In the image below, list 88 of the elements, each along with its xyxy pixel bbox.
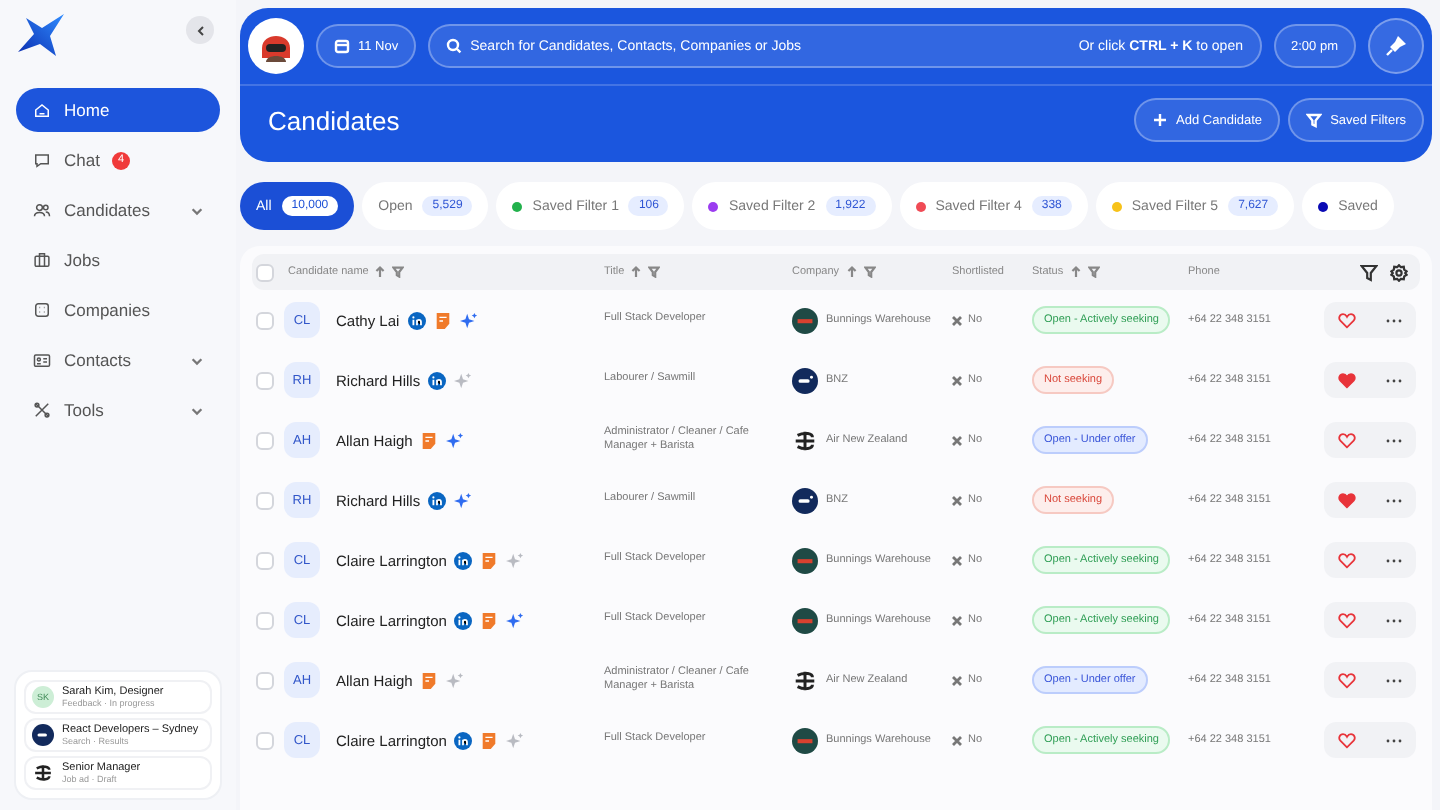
more-icon[interactable] (1385, 497, 1402, 503)
cross-icon (952, 675, 962, 685)
company-logo-icon (792, 427, 818, 453)
briefcase-icon (32, 250, 52, 270)
cv-document-icon[interactable] (420, 671, 439, 689)
filter-icon (1306, 112, 1323, 128)
sort-icon[interactable] (374, 266, 387, 278)
settings-icon[interactable] (1390, 263, 1408, 281)
cv-document-icon[interactable] (420, 431, 439, 449)
more-icon[interactable] (1385, 377, 1402, 383)
chat-icon (32, 150, 52, 170)
linkedin-icon[interactable] (454, 551, 473, 569)
sort-icon[interactable] (1069, 266, 1082, 278)
heart-icon[interactable] (1338, 611, 1357, 629)
tools-icon (32, 400, 52, 420)
heart-icon[interactable] (1338, 371, 1357, 389)
row-checkbox[interactable] (256, 431, 274, 449)
more-icon[interactable] (1385, 317, 1402, 323)
heart-icon[interactable] (1338, 551, 1357, 569)
page-title: Candidates (268, 105, 400, 135)
select-all-checkbox[interactable] (256, 263, 274, 281)
company-logo-icon (792, 607, 818, 633)
chevron-left-icon (195, 25, 205, 35)
nav-item[interactable]: Candidates (16, 188, 220, 232)
more-icon[interactable] (1385, 437, 1402, 443)
sort-icon[interactable] (630, 266, 643, 278)
row-checkbox[interactable] (256, 611, 274, 629)
avatar-icon[interactable] (248, 18, 304, 74)
row-checkbox[interactable] (256, 551, 274, 569)
cross-icon (952, 495, 962, 505)
sparkle-icon[interactable] (459, 311, 478, 329)
company-logo-icon (792, 367, 818, 393)
company-logo-icon (32, 762, 54, 784)
linkedin-icon[interactable] (454, 611, 473, 629)
more-icon[interactable] (1385, 737, 1402, 743)
sparkle-icon[interactable] (446, 431, 465, 449)
linkedin-icon[interactable] (428, 491, 447, 509)
cross-icon (952, 615, 962, 625)
row-checkbox[interactable] (256, 731, 274, 749)
more-icon[interactable] (1385, 617, 1402, 623)
nav-item[interactable]: Jobs (16, 238, 220, 282)
nav-item[interactable]: Home (16, 88, 220, 132)
cross-icon (952, 315, 962, 325)
nav-item[interactable]: Contacts (16, 338, 220, 382)
linkedin-icon[interactable] (454, 731, 473, 749)
cross-icon (952, 555, 962, 565)
company-logo-icon (792, 727, 818, 753)
sparkle-icon[interactable] (454, 491, 473, 509)
row-checkbox[interactable] (256, 311, 274, 329)
heart-icon[interactable] (1338, 491, 1357, 509)
cross-icon (952, 735, 962, 745)
linkedin-icon[interactable] (428, 371, 447, 389)
home-icon (32, 100, 52, 120)
heart-icon[interactable] (1338, 671, 1357, 689)
company-logo-icon (792, 547, 818, 573)
company-logo-icon (792, 667, 818, 693)
plus-icon (1152, 112, 1169, 128)
nav-item[interactable]: Tools (16, 388, 220, 432)
cross-icon (952, 375, 962, 385)
sparkle-icon[interactable] (506, 611, 525, 629)
row-checkbox[interactable] (256, 491, 274, 509)
cross-icon (952, 435, 962, 445)
more-icon[interactable] (1385, 677, 1402, 683)
company-logo-icon (792, 487, 818, 513)
more-icon[interactable] (1385, 557, 1402, 563)
company-logo-icon (792, 307, 818, 333)
cv-document-icon[interactable] (433, 311, 452, 329)
pin-icon (1384, 34, 1408, 58)
heart-icon[interactable] (1338, 311, 1357, 329)
logo-icon (16, 12, 68, 60)
sort-icon[interactable] (845, 266, 858, 278)
cv-document-icon[interactable] (480, 611, 499, 629)
cv-document-icon[interactable] (480, 551, 499, 569)
nav-item[interactable]: Companies (16, 288, 220, 332)
calendar-icon (334, 38, 350, 54)
heart-icon[interactable] (1338, 431, 1357, 449)
people-icon (32, 200, 52, 220)
filter-icon[interactable] (1360, 263, 1378, 281)
pin-button[interactable] (1368, 18, 1424, 74)
cv-document-icon[interactable] (480, 731, 499, 749)
company-logo-icon (32, 724, 54, 746)
search-icon (446, 38, 463, 54)
heart-icon[interactable] (1338, 731, 1357, 749)
row-checkbox[interactable] (256, 671, 274, 689)
id-card-icon (32, 350, 52, 370)
collapse-button[interactable] (186, 16, 214, 44)
row-checkbox[interactable] (256, 371, 274, 389)
linkedin-icon[interactable] (407, 311, 426, 329)
